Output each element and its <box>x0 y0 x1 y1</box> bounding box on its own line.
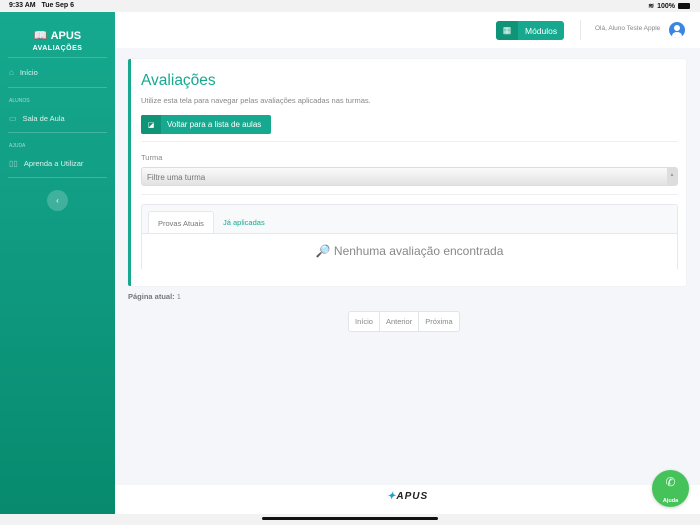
back-to-lessons-button[interactable]: ◪ Voltar para a lista de aulas <box>141 115 271 134</box>
sidebar-item-inicio[interactable]: ⌂ Início <box>0 58 115 87</box>
footer-logo-text: APUS <box>396 491 429 502</box>
brand-subtitle: AVALIAÇÕES <box>32 45 83 52</box>
empty-state: 🔎 Nenhuma avaliação encontrada <box>142 233 677 271</box>
pager-previous-button[interactable]: Anterior <box>380 312 420 331</box>
divider <box>141 141 678 142</box>
sidebar-item-label: Sala de Aula <box>22 113 65 123</box>
pager-next-button[interactable]: Próxima <box>419 312 459 331</box>
tab-ja-aplicadas[interactable]: Já aplicadas <box>214 211 274 233</box>
sidebar-item-sala-de-aula[interactable]: ▭ Sala de Aula <box>0 104 115 132</box>
star-icon: ✦ <box>387 491 397 502</box>
select-placeholder: Filtre uma turma <box>147 173 206 182</box>
whatsapp-help-button[interactable]: ✆ Ajuda <box>652 470 689 507</box>
sidebar-item-label: Aprenda a Utilizar <box>23 158 84 168</box>
chevron-down-icon: ▲ <box>667 168 677 185</box>
grid-icon: ▦ <box>496 21 518 40</box>
class-filter-select[interactable]: Filtre uma turma ▲ <box>141 167 678 186</box>
whatsapp-icon: ✆ <box>665 475 676 489</box>
pager-first-button[interactable]: Início <box>349 312 380 331</box>
tab-provas-atuais[interactable]: Provas Atuais <box>148 211 214 234</box>
evaluations-card: Avaliações Utilize esta tela para navega… <box>128 59 686 286</box>
footer: ✦APUS <box>115 485 700 514</box>
home-bar <box>0 514 700 525</box>
modules-label: Módulos <box>525 25 558 36</box>
status-bar: 9:33 AM Tue Sep 6 ≋ 100% <box>0 0 700 12</box>
chalkboard-icon: ▭ <box>9 113 17 123</box>
status-time: 9:33 AM Tue Sep 6 <box>9 2 74 9</box>
image-icon: ◪ <box>141 115 161 134</box>
sidebar-item-aprenda[interactable]: ▯▯ Aprenda a Utilizar <box>0 149 115 177</box>
home-indicator[interactable] <box>262 517 438 520</box>
current-page: Página atual: 1 <box>128 292 181 301</box>
user-greeting[interactable]: Olá, Aluno Teste Apple <box>595 25 660 32</box>
book-icon: 📖 <box>33 30 48 42</box>
brand-name: APUS <box>50 29 82 42</box>
footer-logo: ✦APUS <box>387 491 428 502</box>
help-label: Ajuda <box>662 498 679 504</box>
page-subtitle: Utilize esta tela para navegar pelas ava… <box>141 96 371 105</box>
modules-button[interactable]: ▦ Módulos <box>496 21 564 40</box>
open-book-icon: ▯▯ <box>9 158 18 168</box>
filter-label: Turma <box>141 153 163 162</box>
current-page-label: Página atual: <box>128 292 175 301</box>
empty-message: Nenhuma avaliação encontrada <box>333 244 504 258</box>
tabs-panel: Provas Atuais Já aplicadas 🔎 Nenhuma ava… <box>141 204 678 271</box>
app-logo[interactable]: 📖 APUS AVALIAÇÕES <box>0 12 115 57</box>
pagination: Início Anterior Próxima <box>348 311 460 332</box>
wifi-icon: ≋ <box>648 3 655 10</box>
sidebar-item-label: Início <box>19 68 38 77</box>
section-title: AJUDA <box>9 143 26 149</box>
page-title: Avaliações <box>141 72 216 89</box>
sidebar: 📖 APUS AVALIAÇÕES ⌂ Início ALUNOS ▭ Sala de… <box>0 12 115 515</box>
back-label: Voltar para a lista de aulas <box>167 120 262 129</box>
battery-text: 100% <box>657 2 675 10</box>
divider <box>8 177 107 178</box>
magnifier-icon: 🔎 <box>315 244 331 258</box>
avatar-icon[interactable] <box>669 22 685 38</box>
divider <box>580 20 581 40</box>
divider <box>141 194 678 195</box>
home-icon: ⌂ <box>9 68 14 77</box>
battery-icon <box>678 3 690 9</box>
collapse-sidebar-button[interactable]: ‹ <box>47 190 68 211</box>
section-title: ALUNOS <box>9 98 30 104</box>
header: ▦ Módulos Olá, Aluno Teste Apple <box>115 12 700 48</box>
current-page-value: 1 <box>176 292 181 301</box>
